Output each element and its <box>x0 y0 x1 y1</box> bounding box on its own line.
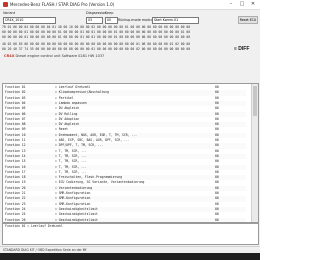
hex-row: 00 00 00 00 01 00 00 00 00 00 01 00 00 0… <box>2 35 191 39</box>
window-title: Mercedes-Benz FLASH / STAR DIAG Pro (Ver… <box>10 2 115 7</box>
function-number: Function 26 <box>5 217 26 222</box>
app-icon <box>3 2 8 7</box>
title-bar: Mercedes-Benz FLASH / STAR DIAG Pro (Ver… <box>0 0 260 10</box>
keep-label: Keep <box>105 11 114 15</box>
function-description: = Geschwindigkeitslimit <box>55 217 98 222</box>
maximize-button[interactable]: □ <box>237 0 247 9</box>
ecu-key: CR4X <box>4 54 15 58</box>
ecu-ident: CR4X Diesel engine control unit Software… <box>4 54 104 58</box>
taskbar <box>0 253 260 260</box>
mode-dropdown[interactable]: Start Komm.V1 <box>152 17 199 24</box>
keep-field[interactable]: 00 <box>105 17 118 24</box>
list-item[interactable]: Function 26 = Geschwindigkeitslimit 00 <box>3 217 246 222</box>
selected-function-text: Function 01 = Leerlauf Drehzahl <box>5 224 63 228</box>
diagsession-field[interactable]: 03 <box>86 17 103 24</box>
app-window: Mercedes-Benz FLASH / STAR DIAG Pro (Ver… <box>0 0 260 260</box>
function-list[interactable]: Function 01 = Leerlauf Drehzahl 00 Function… <box>2 83 259 223</box>
scrollbar-thumb[interactable] <box>253 86 257 116</box>
toolbar: Variant CR4X_1010 Diagsession 03 Keep 00… <box>0 10 260 62</box>
hex-row: 00 20 40 37 74 55 00 00 00 00 00 00 00 0… <box>2 47 191 51</box>
list-scrollbar[interactable] <box>251 84 258 222</box>
variant-field[interactable]: CR4X_1010 <box>3 17 56 24</box>
close-button[interactable]: ✕ <box>248 0 258 9</box>
minimize-button[interactable]: – <box>226 0 236 9</box>
mode-label: Rücksp.mode modus <box>118 18 154 22</box>
brand-logo: ≡ DIFF <box>234 46 250 52</box>
selected-function-box: Function 01 = Leerlauf Drehzahl <box>2 223 259 245</box>
variant-label: Variant <box>3 11 16 15</box>
reset-ecu-button[interactable]: Reset ECU <box>238 16 258 24</box>
diagsession-label: Diagsession <box>86 11 107 15</box>
function-value: 00 <box>215 217 219 222</box>
ecu-description: Diesel engine control unit Software 0281… <box>15 54 105 58</box>
